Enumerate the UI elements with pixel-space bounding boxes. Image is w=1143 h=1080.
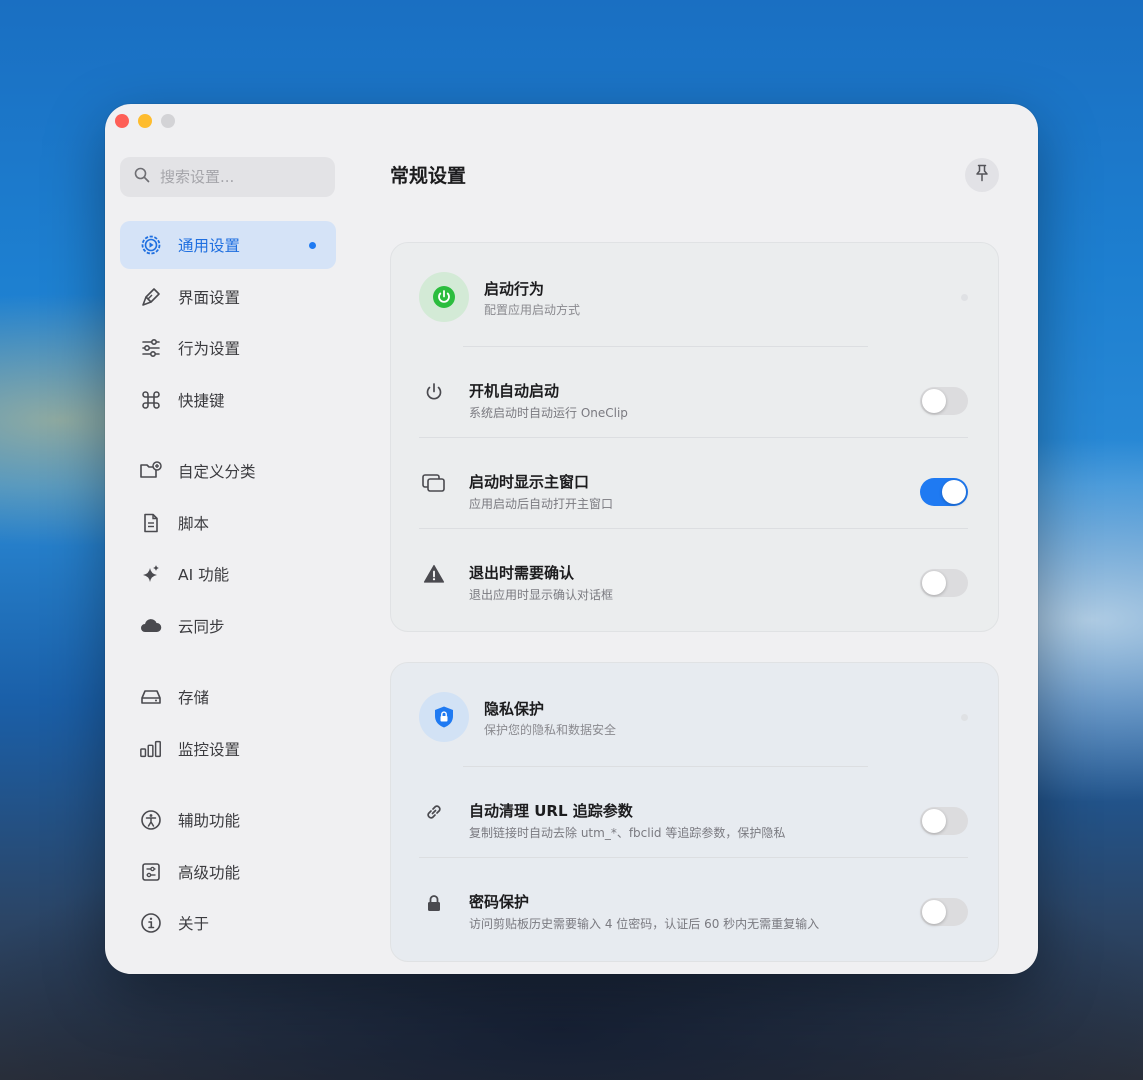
sidebar-item-behavior[interactable]: 行为设置 [120,324,336,372]
sidebar-item-label: 自定义分类 [178,463,256,481]
sidebar-nav: 通用设置 界面设置 行为设置 快捷键 自定义分类 脚本 AI 功能 云同步 存储… [120,221,336,951]
pin-button[interactable] [965,158,999,192]
sidebar-item-general[interactable]: 通用设置 [120,221,336,269]
show-main-window-toggle[interactable] [920,478,968,506]
setting-row-clean-url-tracking: 自动清理 URL 追踪参数 复制链接时自动去除 utm_*、fbclid 等追踪… [391,767,998,858]
pin-icon [974,164,990,186]
windows-icon [421,470,447,496]
sidebar-item-label: 辅助功能 [178,812,241,830]
sparkles-icon [139,562,163,586]
setting-row-password-protection: 密码保护 访问剪贴板历史需要输入 4 位密码，认证后 60 秒内无需重复输入 [391,858,998,949]
sidebar-item-label: 关于 [178,915,210,933]
power-icon [419,272,469,322]
setting-title: 自动清理 URL 追踪参数 [469,802,633,820]
launch-at-login-toggle[interactable] [920,387,968,415]
setting-description: 应用启动后自动打开主窗口 [469,497,614,511]
setting-title: 退出时需要确认 [469,564,575,582]
sidebar-item-cloud-sync[interactable]: 云同步 [120,602,336,650]
accessibility-icon [139,808,163,832]
setting-description: 退出应用时显示确认对话框 [469,588,614,602]
setting-description: 复制链接时自动去除 utm_*、fbclid 等追踪参数，保护隐私 [469,826,786,840]
sidebar-item-label: 存储 [178,689,210,707]
sidebar-item-label: 快捷键 [178,391,225,410]
link-icon [421,799,447,825]
sidebar-item-label: 通用设置 [178,237,241,255]
sidebar-item-label: 行为设置 [178,340,241,358]
sidebar-item-label: 云同步 [178,617,225,636]
card-indicator-dot [961,714,968,721]
sidebar-item-label: 脚本 [178,514,210,533]
setting-title: 启动时显示主窗口 [469,473,590,491]
card-indicator-dot [961,294,968,301]
card-title: 启动行为 [484,280,545,298]
setting-description: 系统启动时自动运行 OneClip [469,406,628,420]
sidebar-item-label: 高级功能 [178,863,241,882]
sidebar-item-scripts[interactable]: 脚本 [120,499,336,547]
sidebar: 通用设置 界面设置 行为设置 快捷键 [105,104,353,974]
startup-behavior-card: 启动行为 配置应用启动方式 开机自动启动 系统启动时自动运行 OneClip 启… [390,242,999,632]
sidebar-item-storage[interactable]: 存储 [120,673,336,721]
card-title: 隐私保护 [484,700,545,718]
setting-title: 密码保护 [469,893,530,911]
drive-icon [139,685,163,709]
sidebar-item-custom-categories[interactable]: 自定义分类 [120,447,336,495]
info-icon [139,911,163,935]
sidebar-item-shortcuts[interactable]: 快捷键 [120,376,336,424]
search-box[interactable] [120,157,335,197]
settings-window: 通用设置 界面设置 行为设置 快捷键 [105,104,1038,974]
clean-url-tracking-toggle[interactable] [920,807,968,835]
confirm-quit-toggle[interactable] [920,569,968,597]
sidebar-item-advanced[interactable]: 高级功能 [120,848,336,896]
gear-icon [139,233,163,257]
sidebar-item-monitoring[interactable]: 监控设置 [120,725,336,773]
setting-description: 访问剪贴板历史需要输入 4 位密码，认证后 60 秒内无需重复输入 [469,917,820,931]
main-content: 常规设置 启动行为 配置应用启动方式 开机自动启动 系统启动时自动运行 OneC… [390,104,1038,974]
sidebar-item-interface[interactable]: 界面设置 [120,273,336,321]
sidebar-item-label: AI 功能 [178,566,230,584]
privacy-protection-card: 隐私保护 保护您的隐私和数据安全 自动清理 URL 追踪参数 复制链接时自动去除… [390,662,999,962]
card-header: 启动行为 配置应用启动方式 [391,243,998,347]
lock-icon [421,890,447,916]
search-icon [134,167,150,187]
warning-icon [421,561,447,587]
shield-lock-icon [419,692,469,742]
sliders-icon [139,336,163,360]
bar-chart-icon [139,737,163,761]
card-header: 隐私保护 保护您的隐私和数据安全 [391,663,998,767]
page-title: 常规设置 [390,165,467,187]
setting-row-confirm-quit: 退出时需要确认 退出应用时显示确认对话框 [391,529,998,620]
card-subtitle: 配置应用启动方式 [484,303,581,317]
command-icon [139,388,163,412]
setting-row-launch-at-login: 开机自动启动 系统启动时自动运行 OneClip [391,347,998,438]
search-input[interactable] [160,168,320,186]
active-indicator-dot [309,242,316,249]
cloud-icon [139,614,163,638]
setting-title: 开机自动启动 [469,382,560,400]
sidebar-item-ai[interactable]: AI 功能 [120,550,336,598]
sidebar-item-label: 界面设置 [178,288,241,307]
document-icon [139,511,163,535]
brush-icon [139,285,163,309]
password-protection-toggle[interactable] [920,898,968,926]
card-subtitle: 保护您的隐私和数据安全 [484,723,617,737]
power-icon [421,379,447,405]
sidebar-item-accessibility[interactable]: 辅助功能 [120,796,336,844]
setting-row-show-main-window: 启动时显示主窗口 应用启动后自动打开主窗口 [391,438,998,529]
folder-add-icon [139,459,163,483]
advanced-icon [139,860,163,884]
sidebar-item-label: 监控设置 [178,740,241,759]
sidebar-item-about[interactable]: 关于 [120,899,336,947]
